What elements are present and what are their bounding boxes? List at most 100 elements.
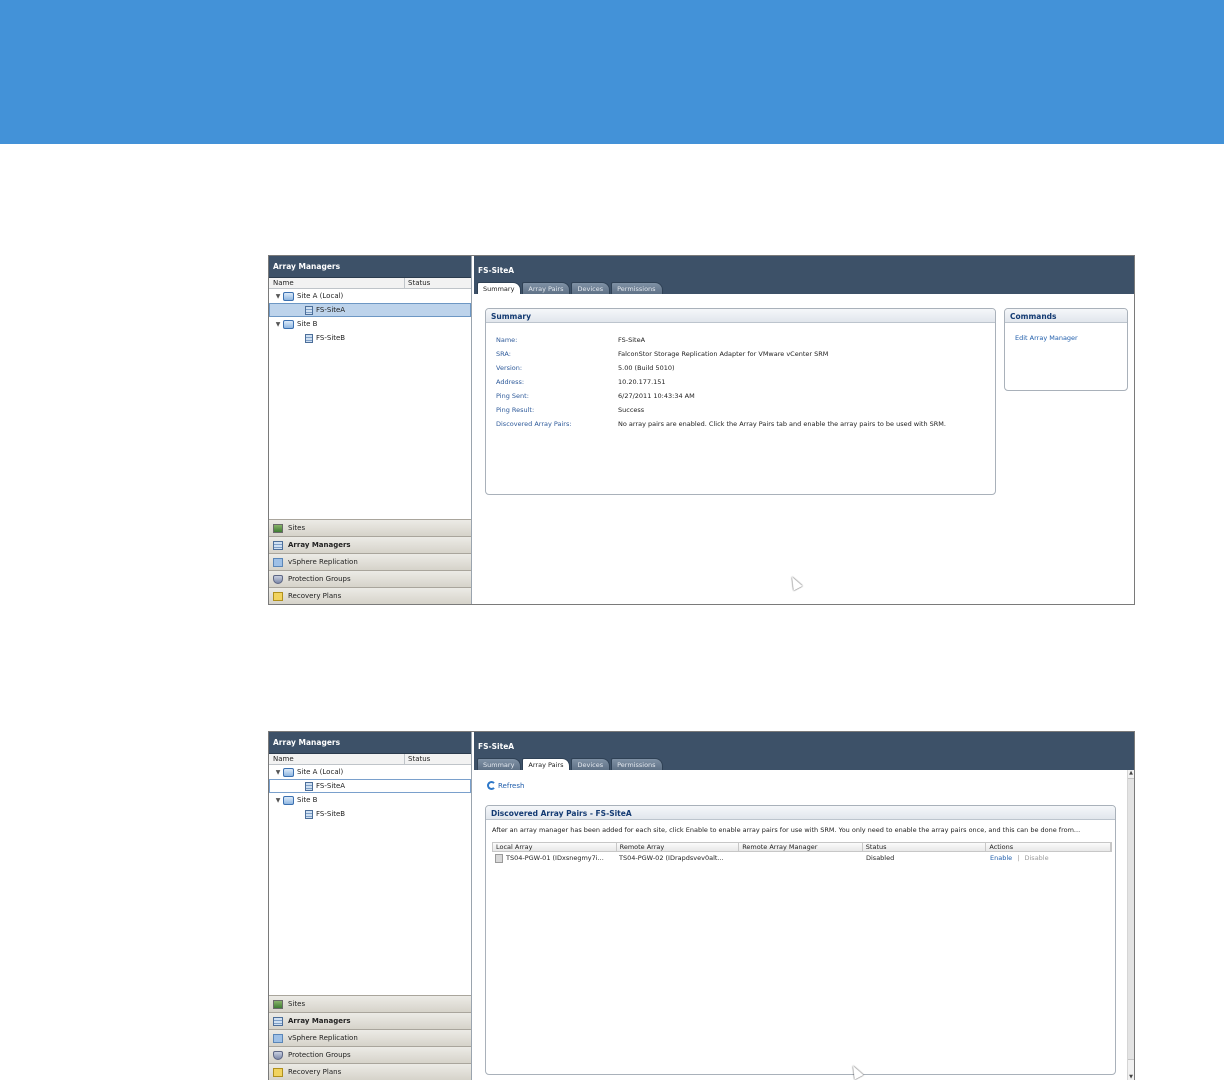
- column-name[interactable]: Name: [269, 754, 405, 764]
- scroll-up-icon[interactable]: ▲: [1128, 770, 1134, 776]
- nav-label: Recovery Plans: [288, 592, 342, 600]
- tab-permissions[interactable]: Permissions: [611, 758, 663, 770]
- array-managers-icon: [273, 1016, 283, 1026]
- tab-strip: Summary Array Pairs Devices Permissions: [477, 282, 664, 294]
- nav-label: Recovery Plans: [288, 1068, 342, 1076]
- detail-panel: FS-SiteA Summary Array Pairs Devices Per…: [474, 732, 1134, 1080]
- column-name[interactable]: Name: [269, 278, 405, 288]
- tab-permissions[interactable]: Permissions: [611, 282, 663, 294]
- array-pairs-table: Local Array Remote Array Remote Array Ma…: [492, 842, 1112, 864]
- srm-window-array-pairs: Array Managers Name Status ▼ Site A (Loc…: [268, 731, 1135, 1080]
- table-row[interactable]: TS04-PGW-01 (IDxsnegmy7i... TS04-PGW-02 …: [492, 852, 1112, 864]
- vertical-scrollbar[interactable]: ▲ ▼: [1127, 770, 1134, 1080]
- tree-item-label: FS-SiteA: [316, 306, 346, 314]
- column-local-array[interactable]: Local Array: [493, 843, 617, 851]
- detail-header: FS-SiteA Summary Array Pairs Devices Per…: [474, 256, 1134, 294]
- nav-item-protection-groups[interactable]: Protection Groups: [269, 570, 471, 587]
- column-status[interactable]: Status: [405, 754, 430, 764]
- expand-triangle-icon[interactable]: ▼: [273, 769, 283, 776]
- recovery-plans-icon: [273, 591, 283, 601]
- discovered-pairs-description: After an array manager has been added fo…: [492, 826, 1081, 834]
- tree-item-fs-sitea[interactable]: FS-SiteA: [269, 303, 471, 317]
- panel-title: Array Managers: [269, 732, 471, 754]
- commands-title: Commands: [1005, 309, 1127, 323]
- tree-item-site-a[interactable]: ▼ Site A (Local): [269, 765, 471, 779]
- nav-item-sites[interactable]: Sites: [269, 995, 471, 1012]
- site-icon: [283, 319, 294, 329]
- tree-column-header: Name Status: [269, 278, 471, 289]
- expand-triangle-icon[interactable]: ▼: [273, 321, 283, 328]
- tree-item-label: Site B: [297, 796, 318, 804]
- tree-item-label: Site B: [297, 320, 318, 328]
- tab-summary[interactable]: Summary: [477, 282, 522, 294]
- array-manager-tree: ▼ Site A (Local) FS-SiteA ▼ Site B FS-Si…: [269, 765, 471, 821]
- scroll-down-icon[interactable]: ▼: [1128, 1074, 1134, 1080]
- cell-local-array: TS04-PGW-01 (IDxsnegmy7i...: [492, 852, 616, 864]
- cell-remote-array: TS04-PGW-02 (IDrapdsvev0alt...: [619, 854, 724, 862]
- nav-item-recovery-plans[interactable]: Recovery Plans: [269, 587, 471, 604]
- array-managers-icon: [273, 540, 283, 550]
- tree-item-site-b[interactable]: ▼ Site B: [269, 317, 471, 331]
- tab-devices[interactable]: Devices: [571, 282, 611, 294]
- array-manager-tree: ▼ Site A (Local) FS-SiteA ▼ Site B FS-Si…: [269, 289, 471, 345]
- edit-array-manager-link[interactable]: Edit Array Manager: [1015, 334, 1078, 342]
- tree-item-fs-sitea[interactable]: FS-SiteA: [269, 779, 471, 793]
- tree-item-site-b[interactable]: ▼ Site B: [269, 793, 471, 807]
- tree-item-fs-siteb[interactable]: FS-SiteB: [269, 331, 471, 345]
- tree-item-fs-siteb[interactable]: FS-SiteB: [269, 807, 471, 821]
- sites-icon: [273, 523, 283, 533]
- srm-window-summary: Array Managers Name Status ▼ Site A (Loc…: [268, 255, 1135, 605]
- cell-status: Disabled: [866, 854, 895, 862]
- tab-summary[interactable]: Summary: [477, 758, 522, 770]
- discovered-pairs-title: Discovered Array Pairs - FS-SiteA: [486, 806, 1115, 820]
- navigation-bar: Sites Array Managers vSphere Replication…: [269, 995, 471, 1080]
- tree-item-label: FS-SiteB: [316, 334, 346, 342]
- disable-link[interactable]: Disable: [1025, 854, 1049, 862]
- expand-triangle-icon[interactable]: ▼: [273, 797, 283, 804]
- nav-label: Array Managers: [288, 1017, 351, 1025]
- nav-item-vsphere-replication[interactable]: vSphere Replication: [269, 553, 471, 570]
- nav-item-array-managers[interactable]: Array Managers: [269, 1012, 471, 1029]
- scrollbar-thumb[interactable]: [1128, 778, 1134, 1060]
- array-icon: [305, 333, 313, 343]
- detail-title: FS-SiteA: [478, 266, 515, 275]
- site-icon: [283, 767, 294, 777]
- array-managers-panel: Array Managers Name Status ▼ Site A (Loc…: [269, 732, 472, 1080]
- nav-item-recovery-plans[interactable]: Recovery Plans: [269, 1063, 471, 1080]
- discovered-pairs-box: Discovered Array Pairs - FS-SiteA After …: [485, 805, 1116, 1075]
- nav-label: Array Managers: [288, 541, 351, 549]
- enable-link[interactable]: Enable: [990, 854, 1012, 862]
- nav-item-protection-groups[interactable]: Protection Groups: [269, 1046, 471, 1063]
- array-pair-icon: [495, 853, 503, 863]
- column-status[interactable]: Status: [405, 278, 430, 288]
- nav-item-array-managers[interactable]: Array Managers: [269, 536, 471, 553]
- table-header: Local Array Remote Array Remote Array Ma…: [492, 842, 1112, 852]
- column-actions[interactable]: Actions: [986, 843, 1111, 851]
- nav-item-vsphere-replication[interactable]: vSphere Replication: [269, 1029, 471, 1046]
- tab-strip: Summary Array Pairs Devices Permissions: [477, 758, 664, 770]
- detail-title: FS-SiteA: [478, 742, 515, 751]
- nav-label: Sites: [288, 1000, 306, 1008]
- vsphere-replication-icon: [273, 1033, 283, 1043]
- local-array-text: TS04-PGW-01 (IDxsnegmy7i...: [506, 854, 604, 862]
- refresh-button[interactable]: Refresh: [487, 781, 524, 790]
- expand-triangle-icon[interactable]: ▼: [273, 293, 283, 300]
- column-remote-array[interactable]: Remote Array: [617, 843, 740, 851]
- tree-item-label: Site A (Local): [297, 768, 344, 776]
- detail-panel: FS-SiteA Summary Array Pairs Devices Per…: [474, 256, 1134, 604]
- cell-remote-array-manager: [739, 852, 863, 864]
- tab-array-pairs[interactable]: Array Pairs: [522, 758, 571, 770]
- tab-array-pairs[interactable]: Array Pairs: [522, 282, 571, 294]
- tab-devices[interactable]: Devices: [571, 758, 611, 770]
- nav-label: Sites: [288, 524, 306, 532]
- tree-item-site-a[interactable]: ▼ Site A (Local): [269, 289, 471, 303]
- sites-icon: [273, 999, 283, 1009]
- nav-item-sites[interactable]: Sites: [269, 519, 471, 536]
- nav-label: vSphere Replication: [288, 558, 358, 566]
- tree-item-label: FS-SiteA: [316, 782, 346, 790]
- tree-item-label: FS-SiteB: [316, 810, 346, 818]
- column-remote-array-manager[interactable]: Remote Array Manager: [739, 843, 863, 851]
- protection-groups-icon: [273, 1050, 283, 1060]
- column-status[interactable]: Status: [863, 843, 987, 851]
- nav-label: Protection Groups: [288, 575, 351, 583]
